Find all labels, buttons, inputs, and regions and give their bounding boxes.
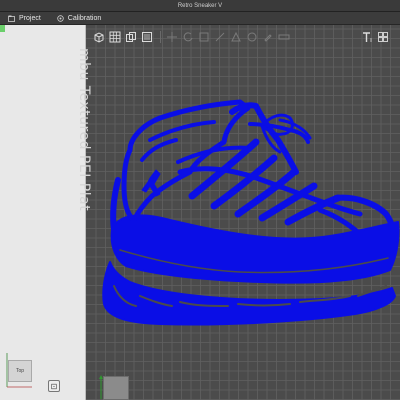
support-icon[interactable] bbox=[229, 30, 243, 44]
viewport-toolbar bbox=[92, 28, 392, 46]
project-icon bbox=[8, 15, 15, 22]
zoom-fit-icon: ⊡ bbox=[50, 381, 58, 391]
rotate-icon[interactable] bbox=[181, 30, 195, 44]
list-icon[interactable] bbox=[140, 30, 154, 44]
copy-icon[interactable] bbox=[124, 30, 138, 44]
tab-project-label: Project bbox=[19, 14, 41, 22]
assembly-icon[interactable] bbox=[376, 30, 390, 44]
sneaker-model[interactable] bbox=[86, 25, 400, 400]
calibration-icon bbox=[57, 14, 64, 22]
window-title: Retro Sneaker V bbox=[177, 2, 223, 9]
panel-marker bbox=[0, 25, 5, 32]
cube-add-icon[interactable] bbox=[92, 30, 106, 44]
measure-icon[interactable] bbox=[277, 30, 291, 44]
view-cube[interactable]: Top bbox=[8, 360, 32, 382]
zoom-fit-button[interactable]: ⊡ bbox=[48, 380, 60, 392]
seam-icon[interactable] bbox=[245, 30, 259, 44]
slicer-app: Retro Sneaker V Project Calibration Top … bbox=[0, 0, 400, 400]
scale-icon[interactable] bbox=[197, 30, 211, 44]
tab-bar: Project Calibration bbox=[0, 12, 400, 25]
build-plate-label: mbu Textured PEI Plat bbox=[76, 48, 92, 212]
tab-project[interactable]: Project bbox=[0, 12, 49, 25]
3d-viewport[interactable] bbox=[86, 25, 400, 400]
tab-calibration[interactable]: Calibration bbox=[49, 12, 109, 25]
left-panel bbox=[0, 25, 86, 400]
move-icon[interactable] bbox=[165, 30, 179, 44]
toolbar-separator bbox=[160, 31, 161, 43]
grid-layout-icon[interactable] bbox=[108, 30, 122, 44]
paint-icon[interactable] bbox=[261, 30, 275, 44]
title-bar: Retro Sneaker V bbox=[0, 0, 400, 12]
viewport-corner-widget[interactable] bbox=[103, 376, 129, 400]
cut-icon[interactable] bbox=[213, 30, 227, 44]
view-cube-face-label: Top bbox=[15, 368, 25, 374]
tab-calibration-label: Calibration bbox=[67, 14, 102, 22]
text-icon[interactable] bbox=[360, 30, 374, 44]
